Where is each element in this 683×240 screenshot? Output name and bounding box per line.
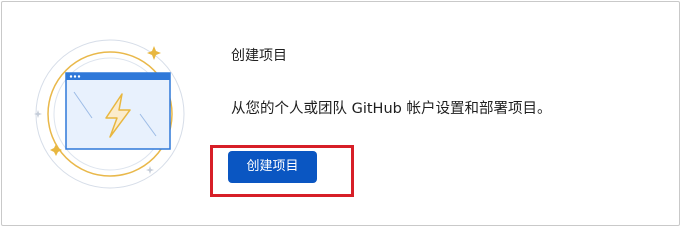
card-title: 创建项目 [231, 48, 287, 64]
browser-window-lightning-icon [30, 34, 190, 194]
create-project-button[interactable]: 创建项目 [228, 151, 317, 183]
card-description: 从您的个人或团队 GitHub 帐户设置和部署项目。 [231, 101, 552, 117]
